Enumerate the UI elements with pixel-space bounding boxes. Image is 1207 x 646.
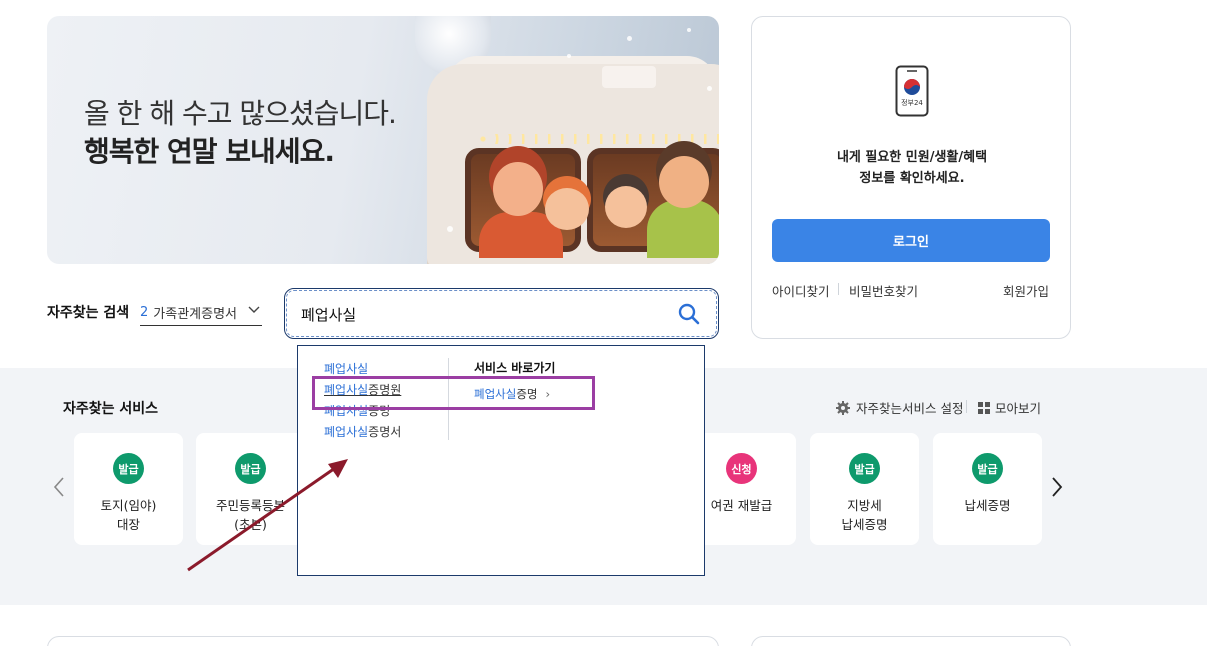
- grid-icon: [978, 401, 990, 414]
- login-description-line2: 정보를 확인하세요.: [859, 171, 965, 186]
- banner-headline-line1: 올 한 해 수고 많으셨습니다.: [84, 97, 397, 130]
- annotation-highlight-box: [312, 376, 595, 410]
- login-button[interactable]: 로그인: [772, 219, 1050, 262]
- service-card-label: 지방세: [847, 498, 882, 513]
- issue-badge: 발급: [113, 453, 144, 484]
- snowflake: [627, 36, 632, 41]
- frequent-services-title: 자주찾는 서비스: [63, 401, 159, 417]
- view-all-link[interactable]: 모아보기: [978, 398, 1041, 417]
- carousel-next-button[interactable]: [1050, 476, 1064, 504]
- login-card: 정부24 내게 필요한 민원/생활/혜택 정보를 확인하세요. 로그인 아이디찾…: [751, 16, 1071, 339]
- frequent-search-rank: 2: [140, 305, 149, 320]
- child-face: [545, 188, 589, 230]
- girl-face: [605, 186, 647, 228]
- service-card-label: 토지(임야): [100, 498, 157, 513]
- snowflake: [567, 54, 571, 58]
- issue-badge: 발급: [849, 453, 880, 484]
- service-card-label: 대장: [116, 517, 140, 532]
- gov24-app-label: 정부24: [901, 98, 923, 107]
- service-card-label: 납세증명: [841, 517, 888, 532]
- father-face: [659, 156, 709, 208]
- gov24-app-icon: 정부24: [895, 65, 929, 117]
- service-card-land-register[interactable]: 발급 토지(임야) 대장: [74, 433, 183, 545]
- find-password-link[interactable]: 비밀번호찾기: [849, 281, 918, 300]
- chevron-down-icon: [248, 303, 260, 317]
- page: 올 한 해 수고 많으셨습니다. 행복한 연말 보내세요. 자주찾는 검색 2 …: [0, 0, 1207, 646]
- mother-face: [493, 162, 543, 216]
- find-id-link[interactable]: 아이디찾기: [772, 281, 830, 300]
- caravan-chimney-illustration: [602, 66, 656, 88]
- view-all-label: 모아보기: [995, 401, 1042, 416]
- services-link-divider: [966, 400, 967, 413]
- snowflake: [707, 86, 712, 91]
- search-icon[interactable]: [678, 303, 700, 325]
- apply-badge: 신청: [726, 453, 757, 484]
- frequent-services-settings-link[interactable]: 자주찾는서비스 설정: [836, 398, 963, 417]
- annotation-arrow: [187, 459, 348, 572]
- autocomplete-suggestion[interactable]: 폐업사실: [324, 360, 368, 377]
- carousel-prev-button[interactable]: [52, 476, 66, 504]
- snowflake: [447, 226, 453, 232]
- frequent-search-select[interactable]: 2 가족관계증명서: [140, 300, 262, 326]
- frequent-search-label: 자주찾는 검색: [47, 305, 130, 321]
- signup-link[interactable]: 회원가입: [1003, 281, 1049, 300]
- gear-icon: [836, 400, 850, 415]
- service-card-tax-certificate[interactable]: 발급 납세증명: [933, 433, 1042, 545]
- frequent-search-term: 가족관계증명서: [153, 307, 238, 322]
- father-figure: [647, 200, 719, 258]
- content-card-left: [47, 636, 719, 646]
- link-divider: [838, 283, 839, 295]
- settings-label: 자주찾는서비스 설정: [856, 401, 964, 416]
- banner-headline-line2: 행복한 연말 보내세요.: [84, 135, 335, 168]
- service-card-label: 납세증명: [964, 498, 1011, 513]
- search-box: [284, 288, 719, 339]
- holiday-banner[interactable]: 올 한 해 수고 많으셨습니다. 행복한 연말 보내세요.: [47, 16, 719, 264]
- content-card-right: [751, 636, 1071, 646]
- autocomplete-suggestion[interactable]: 폐업사실증명서: [324, 423, 401, 440]
- search-input[interactable]: [301, 301, 661, 327]
- snowflake: [687, 28, 691, 32]
- service-shortcut-heading: 서비스 바로가기: [474, 361, 556, 375]
- issue-badge: 발급: [972, 453, 1003, 484]
- string-lights-illustration: [477, 134, 719, 144]
- login-description-line1: 내게 필요한 민원/생활/혜택: [836, 150, 988, 165]
- service-card-local-tax-certificate[interactable]: 발급 지방세 납세증명: [810, 433, 919, 545]
